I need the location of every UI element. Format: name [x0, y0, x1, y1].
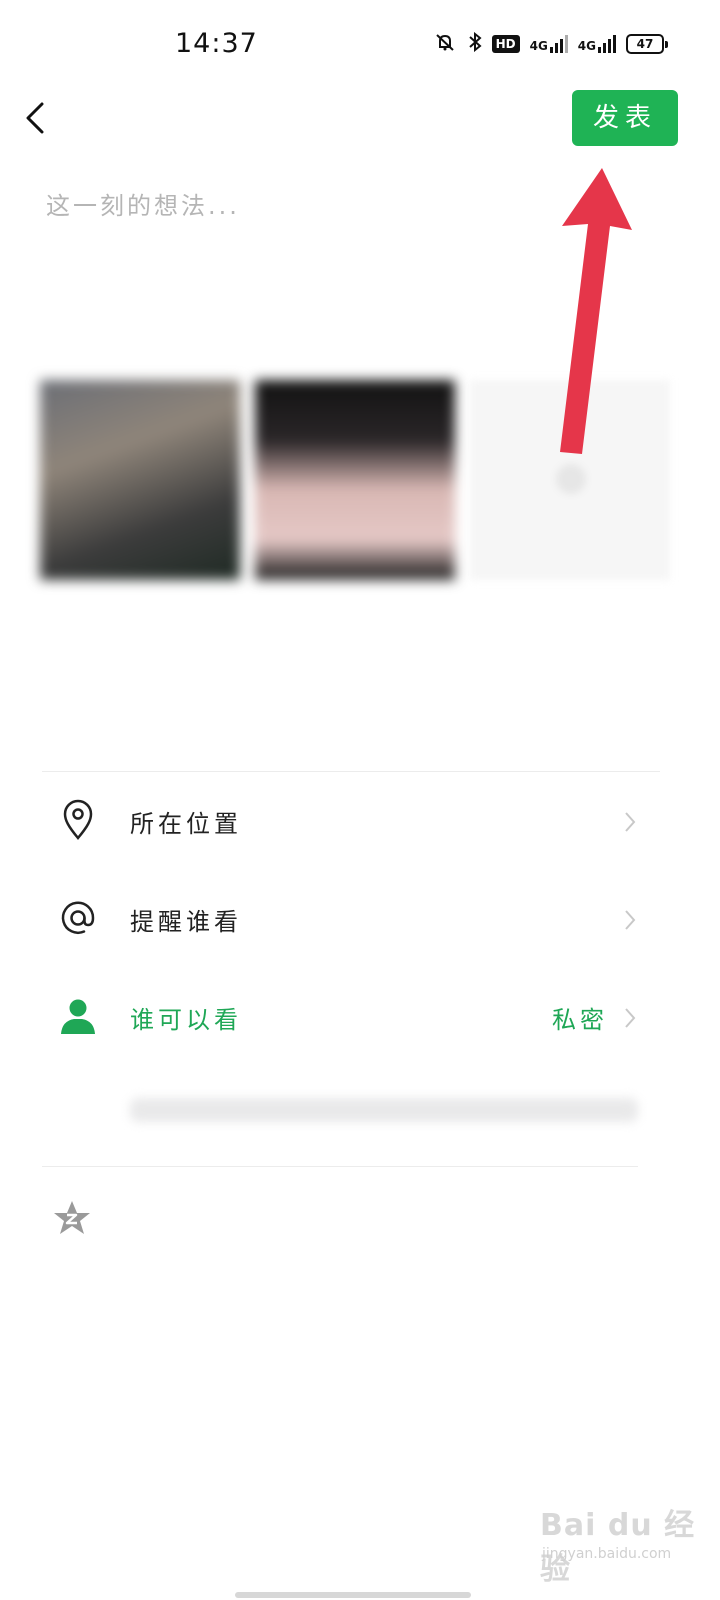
- compose-input[interactable]: 这一刻的想法...: [46, 186, 240, 221]
- location-label: 所在位置: [130, 810, 242, 838]
- battery-level: 47: [626, 34, 664, 54]
- star-icon[interactable]: [52, 1198, 92, 1238]
- location-row[interactable]: 所在位置: [0, 772, 720, 868]
- chevron-right-icon: [625, 1008, 636, 1028]
- annotation-arrow-icon: [560, 168, 632, 454]
- location-pin-icon: [56, 798, 100, 842]
- home-indicator[interactable]: [235, 1592, 471, 1598]
- person-icon: [56, 994, 100, 1038]
- photo-thumbnail[interactable]: [255, 380, 455, 580]
- visibility-value: 私密: [552, 1006, 608, 1034]
- plus-icon: [556, 464, 586, 494]
- watermark-url: jingyan.baidu.com: [542, 1546, 672, 1562]
- publish-button[interactable]: 发表: [572, 90, 678, 146]
- hd-badge: HD: [491, 35, 520, 53]
- battery-icon: 47: [626, 34, 668, 54]
- signal-1: 4G: [530, 35, 568, 53]
- visibility-row[interactable]: 谁可以看 私密: [0, 968, 720, 1064]
- bluetooth-icon: [468, 31, 482, 56]
- status-time: 14:37: [175, 28, 258, 59]
- photo-thumbnail[interactable]: [40, 380, 240, 580]
- signal-2: 4G: [578, 35, 616, 53]
- mute-bell-icon: [432, 32, 458, 56]
- status-bar: 14:37 HD 4G 4G 47: [0, 0, 720, 95]
- chevron-right-icon: [625, 812, 636, 832]
- chevron-right-icon: [625, 910, 636, 930]
- status-icons: HD 4G 4G 47: [432, 31, 668, 56]
- remind-row[interactable]: 提醒谁看: [0, 870, 720, 966]
- visibility-label: 谁可以看: [130, 1006, 242, 1034]
- divider: [42, 1166, 638, 1167]
- watermark-logo: Bai du 经验: [540, 1508, 696, 1587]
- signal-bars-icon: [549, 35, 568, 53]
- back-button[interactable]: [18, 96, 58, 140]
- signal-bars-icon: [598, 35, 616, 53]
- blurred-text: [130, 1098, 638, 1122]
- at-sign-icon: [56, 896, 100, 940]
- chevron-left-icon: [26, 102, 44, 134]
- remind-label: 提醒谁看: [130, 908, 242, 936]
